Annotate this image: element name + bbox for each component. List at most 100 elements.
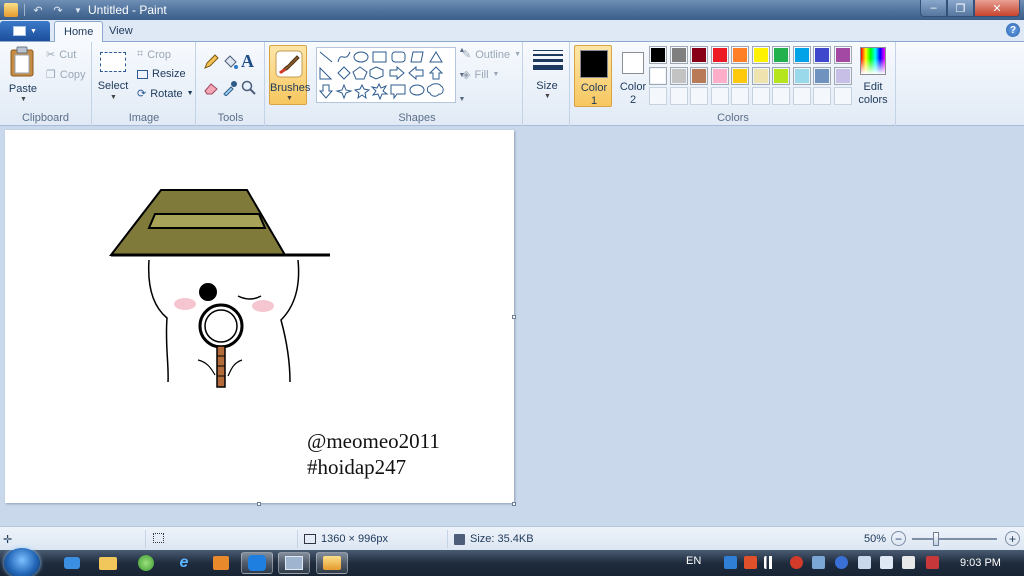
palette-swatch[interactable] (792, 46, 811, 64)
tray-network-icon[interactable] (812, 556, 825, 569)
edit-colors-button[interactable]: Edit colors (854, 45, 892, 107)
paint-app-icon[interactable] (4, 3, 18, 17)
zoom-slider-thumb[interactable] (933, 532, 939, 546)
tray-zalo-icon[interactable] (724, 556, 737, 569)
network-signal-icon[interactable] (764, 556, 777, 569)
palette-swatch[interactable] (772, 66, 790, 85)
palette-swatch[interactable] (690, 87, 708, 105)
left-paw (197, 359, 216, 376)
canvas-resize-handle-right[interactable] (512, 315, 516, 319)
palette-swatch[interactable] (731, 46, 749, 64)
volume-icon[interactable] (880, 556, 893, 569)
cut-button[interactable]: ✂ Cut (46, 48, 76, 62)
gallery-expand-icon[interactable]: ▼ (459, 96, 466, 103)
shapes-gallery[interactable] (316, 47, 456, 103)
palette-swatch[interactable] (710, 87, 729, 105)
palette-swatch[interactable] (813, 66, 831, 85)
palette-swatch[interactable] (813, 46, 831, 64)
pencil-icon[interactable] (203, 54, 219, 70)
eraser-icon[interactable] (203, 80, 219, 96)
minimize-button[interactable]: – (920, 0, 947, 17)
palette-swatch[interactable] (772, 46, 790, 64)
rotate-button[interactable]: ⟳ Rotate ▼ (137, 87, 194, 101)
resize-button[interactable]: Resize (137, 68, 186, 80)
palette-swatch[interactable] (731, 66, 749, 85)
magnifier-icon[interactable] (241, 80, 257, 96)
palette-swatch[interactable] (751, 46, 770, 64)
bluetooth-icon[interactable] (835, 556, 848, 569)
size-button[interactable]: Size ▼ (528, 46, 566, 106)
taskbar-app-chat[interactable] (56, 552, 88, 574)
help-icon[interactable]: ? (1006, 23, 1020, 37)
action-center-icon[interactable] (858, 556, 871, 569)
palette-swatch-color (753, 48, 768, 62)
palette-swatch[interactable] (690, 66, 708, 85)
palette-swatch[interactable] (710, 46, 729, 64)
taskbar-app-window[interactable] (278, 552, 310, 574)
crop-button[interactable]: ⌗ Crop (137, 48, 171, 61)
tray-app-icon[interactable] (790, 556, 803, 569)
palette-swatch[interactable] (833, 46, 852, 64)
taskbar-app-explorer[interactable] (92, 552, 124, 574)
color1-button[interactable]: Color 1 (574, 45, 612, 107)
palette-swatch[interactable] (669, 46, 688, 64)
speaker-muted-icon[interactable] (744, 556, 757, 569)
palette-swatch[interactable] (792, 66, 811, 85)
palette-swatch[interactable] (833, 87, 852, 105)
palette-swatch[interactable] (751, 66, 770, 85)
left-blush (174, 298, 196, 310)
palette-swatch[interactable] (710, 66, 729, 85)
line-width-icon (533, 50, 563, 70)
paste-button[interactable]: Paste ▼ (6, 46, 40, 106)
internet-explorer-icon: e (179, 554, 189, 571)
redo-icon[interactable]: ↷ (51, 3, 65, 17)
tab-view[interactable]: View (100, 21, 142, 42)
outline-button[interactable]: ✎ Outline ▼ (462, 48, 521, 62)
taskbar-app-internet-explorer[interactable]: e (168, 552, 200, 574)
fill-bucket-icon[interactable] (222, 54, 238, 70)
fill-button[interactable]: ◈ Fill ▼ (462, 68, 499, 82)
palette-swatch-color (794, 48, 809, 62)
clock[interactable]: 9:03 PM (960, 557, 1001, 569)
palette-swatch[interactable] (833, 66, 852, 85)
taskbar-app-zalo[interactable] (241, 552, 273, 574)
taskbar-app-browser[interactable] (130, 552, 162, 574)
close-button[interactable]: ✕ (974, 0, 1020, 17)
palette-swatch[interactable] (649, 66, 667, 85)
zoom-out-button[interactable]: − (891, 531, 906, 546)
maximize-button[interactable]: ❐ (947, 0, 974, 17)
text-tool-icon[interactable]: A (241, 51, 254, 72)
palette-swatch[interactable] (813, 87, 831, 105)
customize-quick-access-icon[interactable]: ▼ (71, 3, 85, 17)
canvas-workspace[interactable]: @meomeo2011 #hoidap247 (0, 127, 1024, 526)
zoom-in-button[interactable]: + (1005, 531, 1020, 546)
undo-icon[interactable]: ↶ (31, 3, 45, 17)
palette-swatch[interactable] (772, 87, 790, 105)
palette-swatch[interactable] (690, 46, 708, 64)
copy-button[interactable]: ❐ Copy (46, 68, 86, 82)
drawing-canvas[interactable]: @meomeo2011 #hoidap247 (5, 130, 514, 503)
palette-swatch[interactable] (669, 87, 688, 105)
select-button[interactable]: Select ▼ (97, 48, 129, 106)
battery-icon[interactable] (902, 556, 915, 569)
start-button[interactable] (4, 548, 40, 576)
palette-swatch[interactable] (649, 87, 667, 105)
taskbar-app-media[interactable] (205, 552, 237, 574)
canvas-resize-handle-corner[interactable] (512, 502, 516, 506)
taskbar-app-paint[interactable] (316, 552, 348, 574)
paint-menu-button[interactable]: ▼ (0, 21, 50, 41)
color-picker-icon[interactable] (222, 80, 238, 96)
zoom-slider[interactable] (912, 532, 997, 546)
tray-v-icon[interactable] (926, 556, 939, 569)
color2-button[interactable]: Color 2 (614, 45, 652, 107)
brushes-button[interactable]: Brushes ▼ (269, 45, 310, 105)
canvas-resize-handle-bottom[interactable] (257, 502, 261, 506)
palette-swatch[interactable] (669, 66, 688, 85)
palette-swatch[interactable] (649, 46, 667, 64)
tab-home[interactable]: Home (54, 21, 104, 43)
language-indicator[interactable]: EN (686, 555, 701, 567)
palette-swatch[interactable] (751, 87, 770, 105)
palette-swatch-color (794, 68, 809, 83)
palette-swatch[interactable] (792, 87, 811, 105)
palette-swatch[interactable] (731, 87, 749, 105)
